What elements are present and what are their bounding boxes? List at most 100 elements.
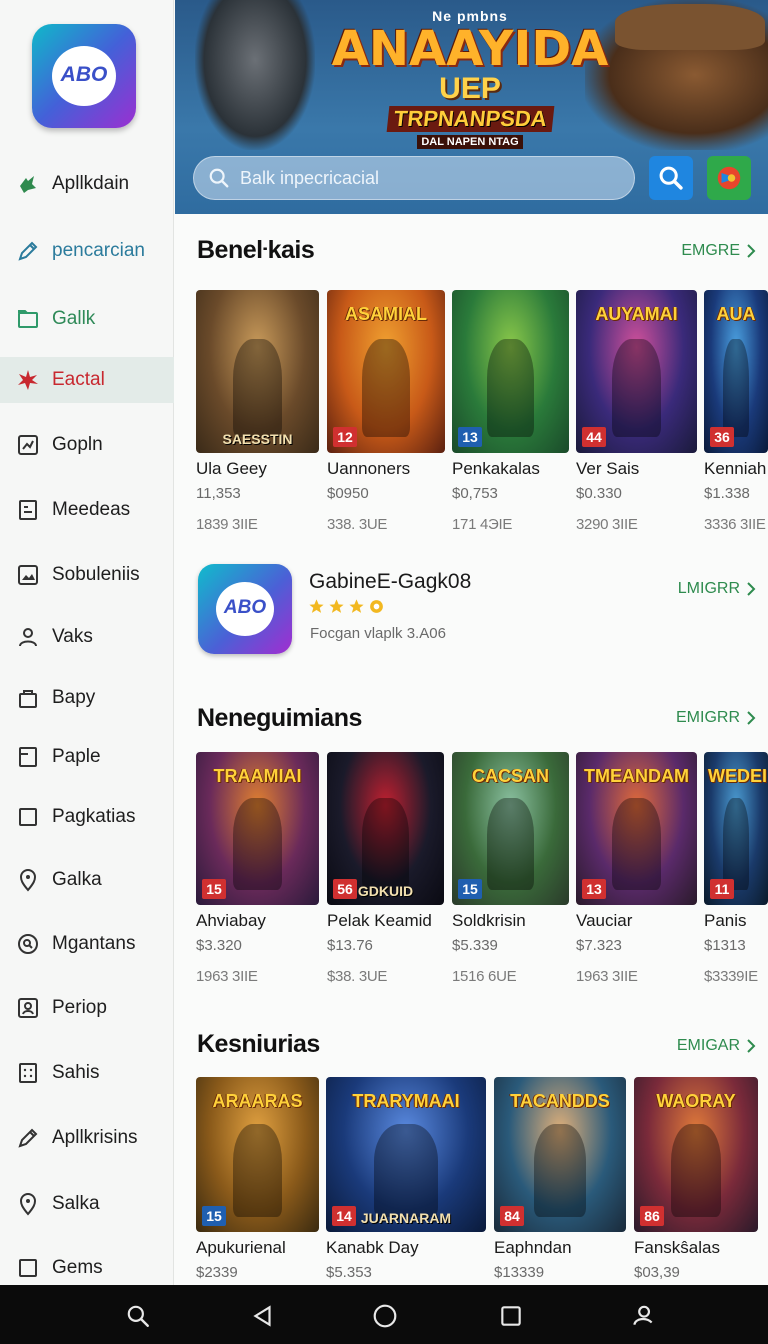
game-card[interactable]: TMEANDAM 13 Vauciar $7.323 1963 3IIE (576, 752, 697, 985)
sidebar-item-13[interactable]: Periop (0, 985, 174, 1031)
game-thumbnail[interactable]: 13 (452, 290, 569, 453)
game-thumbnail[interactable]: ARAARAS 15 (196, 1077, 319, 1232)
search-input[interactable] (240, 167, 620, 189)
featured-app-name[interactable]: GabineE-Gagk08 (309, 570, 471, 594)
section-more-2[interactable]: EMIGRR (676, 709, 756, 727)
game-art-title: TRAAMIAI (213, 766, 302, 786)
featured-more[interactable]: LMIGRR (678, 580, 756, 598)
game-card[interactable]: SAESSTIN Ula Geey 11,353 1839 3IIE (196, 290, 319, 533)
age-rating-badge: 44 (582, 427, 606, 447)
sidebar-item-label: Meedeas (52, 499, 131, 520)
sidebar-item-15[interactable]: Apllkrisins (0, 1115, 174, 1161)
sidebar-item-10[interactable]: Pagkatias (0, 794, 174, 840)
game-thumbnail[interactable]: GDKUID 56 (327, 752, 444, 905)
search-bar[interactable] (193, 156, 635, 200)
featured-logo-ring: ABO (216, 582, 274, 636)
game-character (723, 338, 749, 437)
sidebar-item-label: Bapy (52, 687, 96, 708)
game-name: Ula Geey (196, 459, 267, 478)
game-price: $5.339 (452, 937, 498, 954)
game-card[interactable]: TACANDDS 84 Eaphndan $13339 (494, 1077, 626, 1281)
game-thumbnail[interactable]: TMEANDAM 13 (576, 752, 697, 905)
game-card[interactable]: TRAAMIAI 15 Ahviabay $3.320 1963 3IIE (196, 752, 319, 985)
sidebar-item-2[interactable]: Gallk (0, 296, 174, 342)
profile-icon[interactable] (630, 1303, 656, 1329)
sidebar-item-7[interactable]: Vaks (0, 614, 174, 660)
sidebar-item-14[interactable]: Sahis (0, 1050, 174, 1096)
game-price: $0,753 (452, 485, 498, 502)
sidebar-item-9[interactable]: Paple (0, 734, 174, 780)
game-card[interactable]: CACSAN 15 Soldkrisin $5.339 1516 6UE (452, 752, 569, 985)
sidebar-item-label: Eactal (52, 369, 105, 390)
section-more-3[interactable]: EMIGAR (677, 1037, 756, 1055)
game-price: $5.353 (326, 1264, 372, 1281)
sidebar-item-1[interactable]: pencarcian (0, 228, 174, 274)
sidebar-item-8[interactable]: Bapy (0, 675, 174, 721)
game-card[interactable]: ASAMIAL 12 Uannoners $0950 338. 3UE (327, 290, 445, 533)
game-card[interactable]: WAORAY 86 Fanskŝalas $03,39 (634, 1077, 758, 1281)
game-thumbnail[interactable]: ASAMIAL 12 (327, 290, 445, 453)
puzzle-icon (16, 172, 40, 196)
home-circle-icon[interactable] (372, 1303, 398, 1329)
game-character (232, 1123, 283, 1217)
game-thumbnail[interactable]: TRARYMAAI JUARNARAM 14 (326, 1077, 486, 1232)
recents-square-icon[interactable] (498, 1303, 524, 1329)
game-card[interactable]: ARAARAS 15 Apukurienal $2339 (196, 1077, 319, 1281)
back-triangle-icon[interactable] (250, 1303, 276, 1329)
sidebar-item-label: Gems (52, 1257, 103, 1278)
featured-app-icon[interactable]: ABO (198, 564, 292, 654)
game-thumbnail[interactable]: AUYAMAI 44 (576, 290, 697, 453)
sidebar-item-label: Vaks (52, 626, 93, 647)
hero-banner[interactable]: Ne pmbns ANAAYIDA UEP TRPNANPSDA DAL NAP… (175, 0, 768, 214)
search-circle-icon (16, 932, 40, 956)
game-thumbnail[interactable]: TRAAMIAI 15 (196, 752, 319, 905)
store-button[interactable] (707, 156, 751, 200)
game-thumbnail[interactable]: WAORAY 86 (634, 1077, 758, 1232)
game-thumbnail[interactable]: AUA 36 (704, 290, 768, 453)
hero-subheadline: UEP (439, 72, 501, 105)
game-character (612, 797, 661, 890)
sidebar-item-11[interactable]: Galka (0, 857, 174, 903)
sidebar-item-16[interactable]: Salka (0, 1181, 174, 1227)
sidebar-item-12[interactable]: Mgantans (0, 921, 174, 967)
game-character (232, 338, 283, 437)
game-card[interactable]: GDKUID 56 Pelak Keamid $13.76 $38. 3UE (327, 752, 444, 985)
game-card[interactable]: 13 Penkakalas $0,753 171 4ЭIE (452, 290, 569, 533)
logo-text: ABO (60, 63, 108, 86)
game-card[interactable]: WEDEI 11 Panis $1313 $3339IE (704, 752, 768, 985)
game-card[interactable]: AUA 36 Kenniah $1.338 3336 3IIE (704, 290, 768, 533)
game-price: $0950 (327, 485, 369, 502)
search-icon[interactable] (125, 1303, 151, 1329)
game-thumbnail[interactable]: CACSAN 15 (452, 752, 569, 905)
star-filled-icon (308, 598, 325, 620)
game-thumbnail[interactable]: SAESSTIN (196, 290, 319, 453)
game-character (487, 797, 534, 890)
game-art-title: WEDEI (708, 766, 768, 786)
sidebar-item-6[interactable]: Sobuleniis (0, 552, 174, 598)
sidebar-item-0[interactable]: Apllkdain (0, 161, 174, 207)
game-name: Soldkrisin (452, 911, 526, 930)
sidebar-item-3[interactable]: Eactal (0, 357, 174, 403)
game-thumbnail[interactable]: TACANDDS 84 (494, 1077, 626, 1232)
game-thumbnail[interactable]: WEDEI 11 (704, 752, 768, 905)
game-card[interactable]: TRARYMAAI JUARNARAM 14 Kanabk Day $5.353 (326, 1077, 486, 1281)
game-character (362, 338, 410, 437)
section-more-1[interactable]: EMGRE (681, 242, 756, 260)
section-more-label: EMIGAR (676, 1037, 740, 1054)
star-filled-icon (348, 598, 365, 620)
sidebar-item-label: pencarcian (52, 240, 145, 261)
game-size: 3290 3IIE (576, 516, 638, 533)
sidebar-item-5[interactable]: Meedeas (0, 487, 174, 533)
game-name: Vauciar (576, 911, 633, 930)
age-rating-badge: 86 (640, 1206, 664, 1226)
game-art-title: ASAMIAL (345, 304, 427, 324)
game-size: 1963 3IIE (196, 968, 258, 985)
search-button[interactable] (649, 156, 693, 200)
sidebar-item-4[interactable]: Gopln (0, 422, 174, 468)
game-price: $2339 (196, 1264, 238, 1281)
game-card[interactable]: AUYAMAI 44 Ver Sais $0.330 3290 3IIE (576, 290, 697, 533)
game-art-title: TACANDDS (510, 1091, 610, 1111)
game-character (723, 797, 749, 890)
app-logo[interactable]: ABO (32, 24, 136, 128)
game-price: $7.323 (576, 937, 622, 954)
